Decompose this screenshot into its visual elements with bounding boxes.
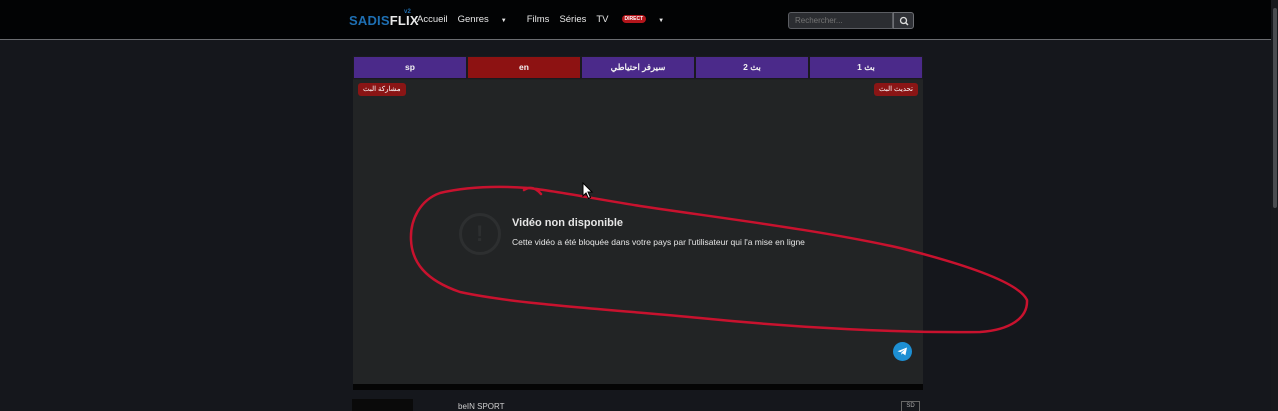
nav-accueil[interactable]: Accueil	[417, 14, 448, 25]
video-player[interactable]: Vidéo non disponible Cette vidéo a été b…	[353, 80, 923, 385]
main-nav: Accueil Genres ▼ Films Séries TV DIRECT ▼	[417, 14, 684, 25]
mouse-cursor-icon	[582, 182, 594, 200]
refresh-stream-button[interactable]: تحديث البث	[874, 83, 918, 96]
search-icon	[899, 16, 909, 26]
top-navbar: SADISFLIX v2 Accueil Genres ▼ Films Série…	[0, 0, 1278, 40]
tab-backup-server[interactable]: سيرفر احتياطي	[581, 56, 695, 79]
nav-genres[interactable]: Genres ▼	[458, 14, 517, 25]
tab-stream-1[interactable]: بث 1	[809, 56, 923, 79]
scrollbar-thumb[interactable]	[1273, 8, 1277, 208]
nav-films[interactable]: Films	[527, 14, 550, 25]
tab-en[interactable]: en	[467, 56, 581, 79]
nav-series[interactable]: Séries	[559, 14, 586, 25]
nav-tv[interactable]: TV DIRECT ▼	[596, 14, 674, 25]
direct-badge: DIRECT	[621, 15, 647, 24]
caret-down-icon: ▼	[500, 18, 507, 24]
logo-version: v2	[404, 9, 412, 15]
player-container: sp en سيرفر احتياطي بث 2 بث 1 Vidéo non …	[353, 56, 923, 390]
share-stream-button[interactable]: مشاركة البث	[358, 83, 406, 96]
search-input[interactable]	[788, 12, 893, 29]
site-logo[interactable]: SADISFLIX v2	[349, 9, 419, 28]
error-message: Cette vidéo a été bloquée dans votre pay…	[512, 237, 805, 247]
nav-tv-label: TV	[596, 14, 609, 25]
channel-name[interactable]: beIN SPORT	[458, 402, 505, 411]
logo-part-flix: FLIX	[389, 13, 419, 28]
error-title: Vidéo non disponible	[512, 217, 624, 229]
telegram-plane-icon	[897, 347, 907, 356]
caret-down-icon: ▼	[658, 18, 665, 24]
error-icon	[459, 213, 501, 255]
search-button[interactable]	[893, 12, 914, 29]
server-tabs: sp en سيرفر احتياطي بث 2 بث 1	[353, 56, 923, 79]
quality-badge: SD	[901, 401, 920, 411]
tab-sp[interactable]: sp	[353, 56, 467, 79]
tab-stream-2[interactable]: بث 2	[695, 56, 809, 79]
telegram-icon[interactable]	[893, 342, 912, 361]
channel-thumbnail[interactable]	[352, 399, 413, 411]
nav-genres-label: Genres	[457, 14, 489, 25]
player-bottom-bar	[353, 384, 923, 390]
logo-part-sadis: SADIS	[349, 13, 390, 28]
